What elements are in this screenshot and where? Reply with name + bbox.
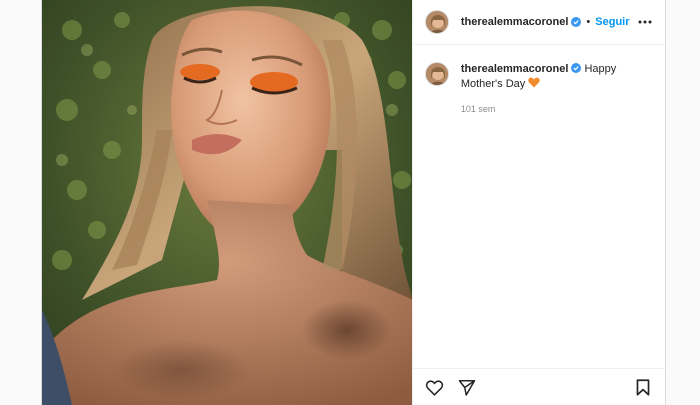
post-actions-bar (412, 368, 665, 405)
post-header: therealemmacoronel • Seguir (412, 0, 665, 45)
instagram-post: therealemmacoronel • Seguir therealemmac… (41, 0, 666, 405)
verified-badge-icon (571, 63, 582, 73)
author-avatar[interactable] (424, 10, 449, 34)
separator-dot: • (586, 16, 591, 28)
bookmark-icon (636, 378, 650, 396)
caption-author-avatar[interactable] (424, 62, 449, 86)
like-button[interactable] (425, 377, 445, 397)
follow-button[interactable]: Seguir (595, 16, 629, 28)
more-options-icon[interactable] (637, 14, 653, 30)
avatar-image (425, 11, 448, 33)
post-timestamp[interactable]: 101 sem (461, 104, 665, 114)
avatar-image (425, 63, 448, 85)
heart-outline-icon (426, 379, 444, 396)
paper-plane-icon (458, 379, 476, 396)
caption-body: therealemmacoronel Happy Mother's Day (461, 62, 653, 92)
share-button[interactable] (457, 377, 477, 397)
orange-heart-emoji-icon (528, 77, 541, 88)
author-username[interactable]: therealemmacoronel (461, 16, 569, 28)
post-caption: therealemmacoronel Happy Mother's Day (413, 45, 665, 92)
portrait-photo-illustration (42, 0, 412, 405)
verified-badge-icon (571, 17, 582, 27)
post-photo[interactable] (42, 0, 412, 405)
save-button[interactable] (633, 377, 653, 397)
post-side-panel: therealemmacoronel • Seguir therealemmac… (411, 0, 665, 405)
caption-author-username[interactable]: therealemmacoronel (461, 63, 569, 75)
